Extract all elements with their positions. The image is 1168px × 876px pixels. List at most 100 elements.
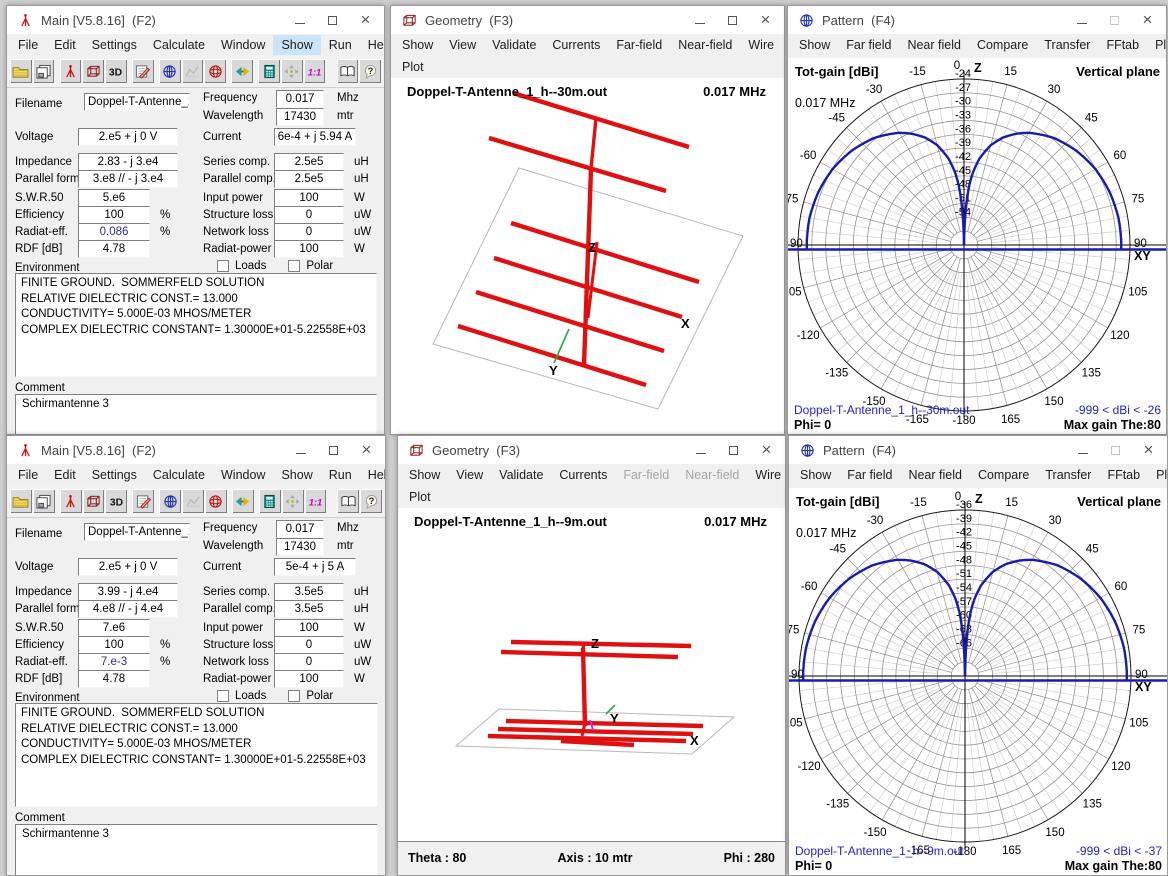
efficiency-value[interactable]: 100 [78, 206, 150, 224]
menu-item-near-field[interactable]: Near-field [670, 35, 740, 55]
menu-item-transfer[interactable]: Transfer [1036, 35, 1098, 55]
edit-notepad-button[interactable] [132, 489, 154, 513]
geometry-cube-button[interactable] [83, 489, 105, 513]
menu-item-plot[interactable]: Plot [1147, 35, 1167, 55]
network-loss-value[interactable]: 0 [274, 223, 344, 241]
menu-item-settings[interactable]: Settings [84, 35, 145, 55]
swr-arrows-button[interactable] [231, 59, 253, 83]
menu-item-show[interactable]: Show [273, 465, 320, 485]
comment-box[interactable]: Schirmantenne 3 [15, 824, 378, 876]
environment-box[interactable]: FINITE GROUND. SOMMERFELD SOLUTIONRELATI… [15, 703, 378, 807]
minimize-button[interactable] [284, 436, 317, 464]
close-button[interactable] [749, 6, 782, 34]
3d-label-button[interactable]: 3D [105, 489, 127, 513]
menu-item-compare[interactable]: Compare [969, 35, 1036, 55]
save-files-button[interactable] [33, 59, 55, 83]
menu-item-edit[interactable]: Edit [46, 35, 84, 55]
maximize-button[interactable] [716, 6, 749, 34]
antenna-button[interactable] [60, 59, 82, 83]
close-button[interactable] [1131, 6, 1164, 34]
menu-item-near-field[interactable]: Near-field [677, 465, 747, 485]
far-field-circle-button[interactable] [159, 489, 181, 513]
checkbox-box[interactable] [288, 260, 300, 272]
checkbox-polar[interactable]: Polar [288, 260, 333, 272]
radiat-power-value[interactable]: 100 [274, 670, 344, 688]
menu-item-far-field[interactable]: Far-field [615, 465, 677, 485]
menu-item-window[interactable]: Window [213, 35, 273, 55]
menu-item-calculate[interactable]: Calculate [145, 465, 213, 485]
menu-item-near-field[interactable]: Near field [899, 35, 969, 55]
frequency-input[interactable]: 0.017 [276, 90, 324, 108]
input-power-value[interactable]: 100 [274, 619, 344, 637]
impedance-value[interactable]: 3.99 - j 4.e4 [78, 583, 178, 601]
menu-item-file[interactable]: File [10, 465, 46, 485]
menu-item-show[interactable]: Show [401, 465, 448, 485]
menu-item-wire[interactable]: Wire [740, 35, 782, 55]
menu-item-fftab[interactable]: FFtab [1099, 465, 1148, 485]
minimize-button[interactable] [683, 6, 716, 34]
menu-item-show[interactable]: Show [273, 35, 320, 55]
minimize-button[interactable] [1065, 6, 1098, 34]
checkbox-box[interactable] [217, 260, 229, 272]
menu-item-far-field[interactable]: Far field [839, 465, 900, 485]
menu-item-calculate[interactable]: Calculate [145, 35, 213, 55]
menu-item-fftab[interactable]: FFtab [1098, 35, 1147, 55]
menu-item-transfer[interactable]: Transfer [1037, 465, 1099, 485]
voltage-value[interactable]: 2.e5 + j 0 V [78, 558, 178, 576]
wavelength-input[interactable]: 17430 [276, 108, 324, 126]
menu-item-run[interactable]: Run [321, 465, 360, 485]
rdf-db-value[interactable]: 4.78 [78, 670, 150, 688]
menu-item-file[interactable]: File [10, 35, 46, 55]
checkbox-box[interactable] [288, 690, 300, 702]
menu-item-currents[interactable]: Currents [544, 35, 608, 55]
s-w-r-50-value[interactable]: 7.e6 [78, 619, 150, 637]
minimize-button[interactable] [684, 436, 717, 464]
parallel-form-value[interactable]: 4.e8 // - j 4.e4 [78, 600, 178, 618]
menu-item-validate[interactable]: Validate [491, 465, 551, 485]
maximize-button[interactable] [717, 436, 750, 464]
open-folder-button[interactable] [10, 489, 32, 513]
menu-item-far-field[interactable]: Far-field [608, 35, 670, 55]
menu-item-plot[interactable]: Plot [1148, 465, 1168, 485]
menu-item-compare[interactable]: Compare [970, 465, 1037, 485]
checkbox-loads[interactable]: Loads [217, 690, 266, 702]
menu-item-near-field[interactable]: Near field [900, 465, 970, 485]
menu-item-help[interactable]: Help [360, 35, 385, 55]
notebook-button[interactable] [337, 489, 359, 513]
3d-label-button[interactable]: 3D [105, 59, 127, 83]
current-value[interactable]: 6e-4 + j 5.94 A [274, 128, 356, 146]
maximize-button[interactable] [317, 436, 350, 464]
environment-box[interactable]: FINITE GROUND. SOMMERFELD SOLUTIONRELATI… [15, 273, 377, 377]
structure-loss-value[interactable]: 0 [274, 206, 344, 224]
close-button[interactable] [750, 436, 783, 464]
swr-arrows-button[interactable] [232, 489, 254, 513]
current-value[interactable]: 5e-4 + j 5 A [274, 558, 356, 576]
move-arrows-button[interactable] [282, 489, 304, 513]
menu-item-settings[interactable]: Settings [84, 465, 145, 485]
far-sphere-button[interactable] [204, 59, 226, 83]
titlebar[interactable]: Geometry (F3) [398, 436, 785, 464]
input-power-value[interactable]: 100 [274, 189, 344, 207]
comment-box[interactable]: Schirmantenne 3 [15, 394, 377, 435]
menu-item-validate[interactable]: Validate [484, 35, 544, 55]
one-to-one-button[interactable]: 1:1 [304, 59, 326, 83]
radiat-eff-value[interactable]: 7.e-3 [78, 653, 150, 671]
calculator-button[interactable] [259, 489, 281, 513]
menu-item-window[interactable]: Window [213, 465, 273, 485]
antenna-3d-view[interactable]: Z X Y [391, 78, 784, 434]
move-arrows-button[interactable] [281, 59, 303, 83]
open-folder-button[interactable] [10, 59, 32, 83]
s-w-r-50-value[interactable]: 5.e6 [78, 189, 150, 207]
menu-item-show[interactable]: Show [394, 35, 441, 55]
polar-pattern-chart[interactable]: 0153045607590105120135150165-180-165-150… [789, 488, 1167, 875]
network-loss-value[interactable]: 0 [274, 653, 344, 671]
titlebar[interactable]: Main [V5.8.16] (F2) [7, 436, 385, 464]
edit-notepad-button[interactable] [132, 59, 154, 83]
parallel-form-value[interactable]: 3.e8 // - j 3.e4 [78, 170, 178, 188]
menu-item-show[interactable]: Show [791, 35, 838, 55]
geometry-cube-button[interactable] [82, 59, 104, 83]
efficiency-value[interactable]: 100 [78, 636, 150, 654]
line-chart-button[interactable] [182, 59, 204, 83]
titlebar[interactable]: Main [V5.8.16] (F2) [7, 6, 384, 34]
close-button[interactable] [349, 6, 382, 34]
